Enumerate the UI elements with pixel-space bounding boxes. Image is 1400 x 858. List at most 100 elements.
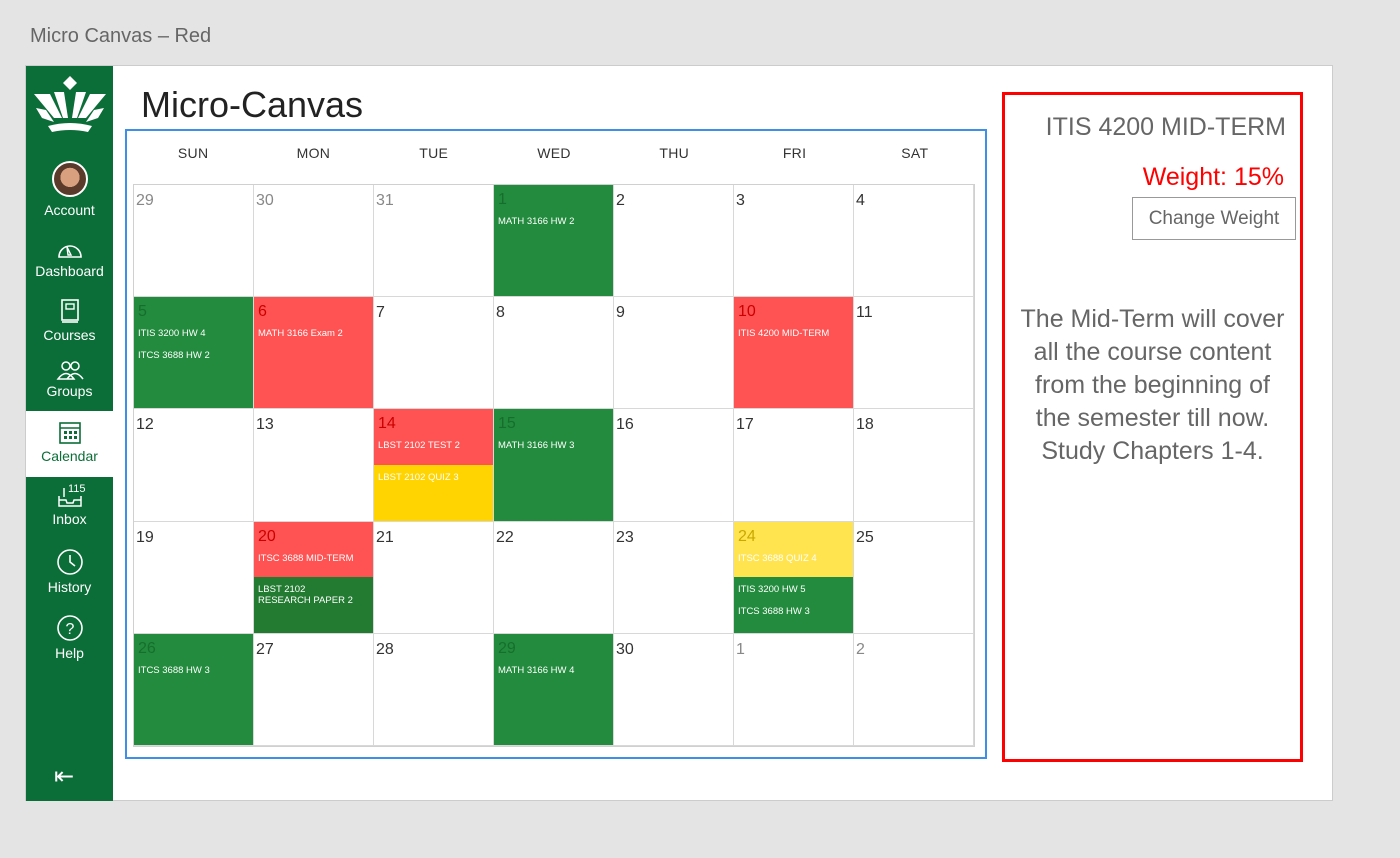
- calendar-day[interactable]: 17: [734, 409, 854, 522]
- day-number: 30: [616, 640, 634, 658]
- day-event-block[interactable]: 5 ITIS 3200 HW 4 ITCS 3688 HW 2: [134, 297, 253, 409]
- sidebar-item-history[interactable]: History: [26, 548, 113, 595]
- calendar-day[interactable]: 29: [134, 185, 254, 298]
- day-event-block: 30: [614, 634, 733, 745]
- calendar-day[interactable]: 8: [494, 297, 614, 410]
- calendar-day[interactable]: 18: [854, 409, 974, 522]
- calendar-day[interactable]: 2: [614, 185, 734, 298]
- calendar-event[interactable]: MATH 3166 HW 4: [498, 665, 609, 676]
- sidebar-item-label: Help: [55, 645, 84, 661]
- clock-icon: [56, 549, 83, 575]
- calendar-day[interactable]: 22: [494, 521, 614, 634]
- day-event-block[interactable]: 1 MATH 3166 HW 2: [494, 185, 613, 297]
- day-event-block: 17: [734, 409, 853, 520]
- day-event-block[interactable]: 24 ITSC 3688 QUIZ 4: [734, 521, 853, 578]
- calendar-event[interactable]: MATH 3166 Exam 2: [258, 328, 369, 339]
- day-number: 25: [856, 528, 874, 546]
- sidebar-item-label: Account: [44, 202, 95, 218]
- calendar-event[interactable]: ITIS 3200 HW 4: [138, 328, 249, 339]
- calendar-day[interactable]: 31: [374, 185, 494, 298]
- day-number: 31: [376, 192, 394, 209]
- calendar-day[interactable]: 13: [254, 409, 374, 522]
- calendar-day[interactable]: 5 ITIS 3200 HW 4 ITCS 3688 HW 2: [134, 297, 254, 410]
- calendar-day[interactable]: 30: [254, 185, 374, 298]
- calendar-day[interactable]: 15 MATH 3166 HW 3: [494, 409, 614, 522]
- day-number: 13: [256, 416, 274, 434]
- day-of-week-mon: MON: [296, 145, 331, 161]
- calendar-icon: [58, 422, 81, 444]
- calendar-day[interactable]: 21: [374, 521, 494, 634]
- day-number: 17: [736, 416, 754, 434]
- day-number: 12: [136, 416, 154, 434]
- day-event-block[interactable]: 20 ITSC 3688 MID-TERM: [254, 521, 373, 578]
- calendar-day[interactable]: 9: [614, 297, 734, 410]
- calendar-event[interactable]: LBST 2102 TEST 2: [378, 440, 489, 451]
- day-event-block: 11: [854, 297, 973, 408]
- calendar-day[interactable]: 1 MATH 3166 HW 2: [494, 185, 614, 298]
- day-number: 2: [856, 640, 865, 658]
- day-event-block[interactable]: 26 ITCS 3688 HW 3: [134, 633, 253, 745]
- calendar-event[interactable]: ITSC 3688 MID-TERM: [258, 553, 369, 564]
- calendar-event[interactable]: LBST 2102 QUIZ 3: [378, 472, 489, 483]
- calendar-event[interactable]: MATH 3166 HW 3: [498, 440, 609, 451]
- day-number: 20: [258, 527, 276, 545]
- calendar-event[interactable]: ITCS 3688 HW 2: [138, 350, 249, 361]
- calendar-event[interactable]: LBST 2102 RESEARCH PAPER 2: [258, 584, 369, 606]
- calendar-day[interactable]: 26 ITCS 3688 HW 3: [134, 633, 254, 746]
- sidebar-item-help[interactable]: ? Help: [26, 614, 113, 661]
- day-number: 15: [498, 415, 516, 433]
- calendar-day[interactable]: 10 ITIS 4200 MID-TERM: [734, 297, 854, 410]
- calendar-event[interactable]: ITCS 3688 HW 3: [138, 665, 249, 676]
- day-event-block[interactable]: 10 ITIS 4200 MID-TERM: [734, 297, 853, 409]
- calendar-day[interactable]: 20 ITSC 3688 MID-TERM LBST 2102 RESEARCH P…: [254, 521, 374, 634]
- calendar-day[interactable]: 24 ITSC 3688 QUIZ 4 ITIS 3200 HW 5 ITCS 368…: [734, 521, 854, 634]
- calendar-day[interactable]: 29 MATH 3166 HW 4: [494, 633, 614, 746]
- day-event-block[interactable]: 15 MATH 3166 HW 3: [494, 409, 613, 521]
- day-event-block: 1: [734, 634, 853, 745]
- logo-icon: [34, 76, 106, 132]
- sidebar-item-courses[interactable]: Courses: [26, 298, 113, 343]
- sidebar-item-dashboard[interactable]: Dashboard: [26, 238, 113, 279]
- calendar-event[interactable]: ITSC 3688 QUIZ 4: [738, 553, 849, 564]
- calendar-event[interactable]: ITIS 3200 HW 5: [738, 584, 849, 595]
- day-number: 27: [256, 640, 274, 658]
- calendar-day[interactable]: 6 MATH 3166 Exam 2: [254, 297, 374, 410]
- calendar-day[interactable]: 19: [134, 521, 254, 634]
- calendar-day[interactable]: 14 LBST 2102 TEST 2 LBST 2102 QUIZ 3: [374, 409, 494, 522]
- avatar: [51, 161, 88, 197]
- calendar-day[interactable]: 11: [854, 297, 974, 410]
- calendar-day[interactable]: 25: [854, 521, 974, 634]
- day-event-block[interactable]: 14 LBST 2102 TEST 2: [374, 409, 493, 465]
- day-event-block[interactable]: 29 MATH 3166 HW 4: [494, 633, 613, 745]
- calendar-day[interactable]: 12: [134, 409, 254, 522]
- calendar-day[interactable]: 1: [734, 633, 854, 746]
- calendar-day[interactable]: 7: [374, 297, 494, 410]
- day-event-block[interactable]: LBST 2102 QUIZ 3: [374, 465, 493, 521]
- sidebar-item-inbox[interactable]: 115 Inbox: [26, 483, 113, 527]
- day-event-block: 7: [374, 297, 493, 408]
- event-detail-panel: ITIS 4200 MID-TERM Weight: 15% Change We…: [1002, 92, 1303, 762]
- calendar-day[interactable]: 28: [374, 633, 494, 746]
- calendar-day[interactable]: 23: [614, 521, 734, 634]
- calendar-day[interactable]: 30: [614, 633, 734, 746]
- sidebar-item-calendar[interactable]: Calendar: [26, 411, 113, 477]
- calendar-day[interactable]: 2: [854, 633, 974, 746]
- calendar-event[interactable]: MATH 3166 HW 2: [498, 216, 609, 227]
- calendar-day[interactable]: 4: [854, 185, 974, 298]
- day-number: 21: [376, 528, 394, 546]
- window-title: Micro Canvas – Red: [30, 25, 212, 47]
- sidebar-item-groups[interactable]: Groups: [26, 360, 113, 399]
- sidebar-item-account[interactable]: Account: [26, 161, 113, 218]
- day-number: 4: [856, 192, 865, 209]
- day-event-block[interactable]: ITIS 3200 HW 5 ITCS 3688 HW 3: [734, 577, 853, 633]
- calendar-event[interactable]: ITCS 3688 HW 3: [738, 606, 849, 617]
- calendar-event[interactable]: ITIS 4200 MID-TERM: [738, 328, 849, 339]
- calendar-day[interactable]: 16: [614, 409, 734, 522]
- day-event-block[interactable]: LBST 2102 RESEARCH PAPER 2: [254, 577, 373, 633]
- inbox-badge: 115: [68, 483, 86, 495]
- calendar-day[interactable]: 27: [254, 633, 374, 746]
- change-weight-button[interactable]: Change Weight: [1132, 197, 1296, 240]
- collapse-icon[interactable]: ⇤: [54, 762, 74, 791]
- calendar-day[interactable]: 3: [734, 185, 854, 298]
- day-event-block[interactable]: 6 MATH 3166 Exam 2: [254, 297, 373, 409]
